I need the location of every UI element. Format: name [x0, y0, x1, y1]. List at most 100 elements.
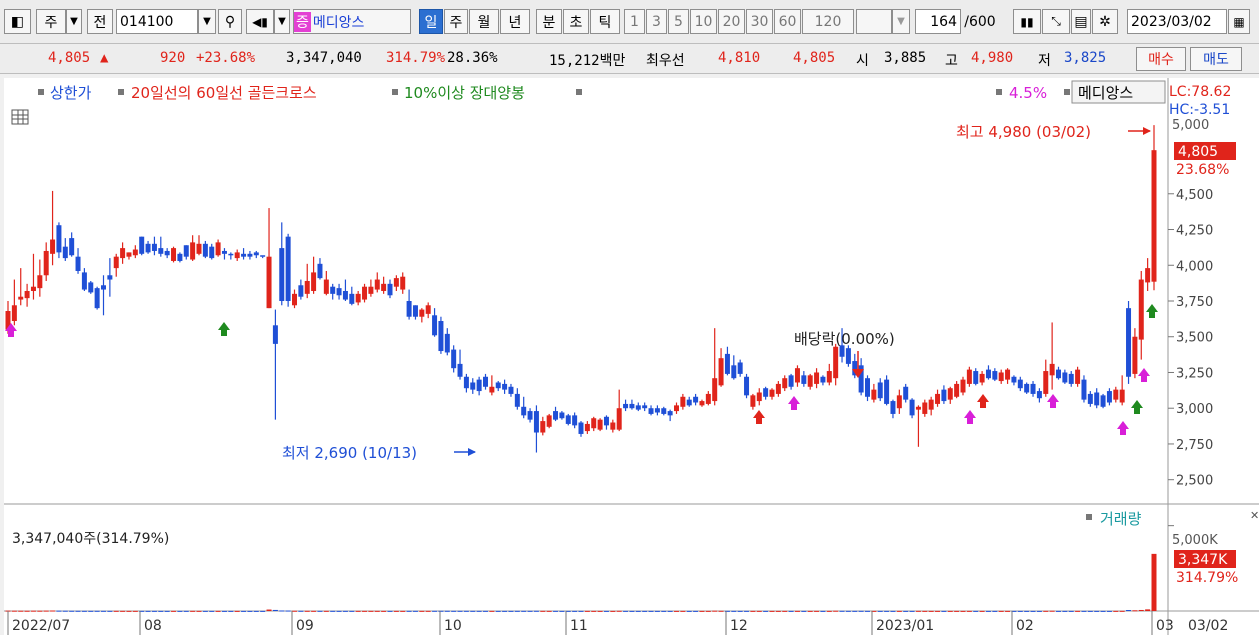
volume-bar	[553, 610, 559, 612]
period-dropdown-icon[interactable]: ▼	[66, 9, 82, 34]
volume-bar	[101, 610, 106, 612]
count-input[interactable]: 164	[915, 9, 961, 34]
all-button[interactable]: 전	[87, 9, 113, 34]
open-label: 시	[856, 53, 869, 69]
candle-body	[533, 411, 539, 433]
volume-bar	[62, 610, 68, 612]
price-tick-label: 2,500	[1176, 474, 1213, 489]
volume-bar	[623, 610, 629, 612]
search-icon[interactable]: ⚲	[218, 9, 242, 34]
candle-body	[1024, 383, 1030, 393]
volume-bar	[247, 610, 253, 612]
volume-bar	[1030, 610, 1036, 612]
tab-week[interactable]: 주	[444, 9, 468, 34]
candle-body	[826, 371, 832, 383]
volume-bar	[381, 610, 387, 612]
change-arrow-icon: ▲	[100, 50, 109, 66]
price-tag-value: 4,805	[1178, 144, 1218, 160]
date-input[interactable]: 2023/03/02	[1127, 9, 1227, 34]
candle-body	[724, 353, 730, 374]
candle-body	[374, 279, 380, 290]
calendar-icon[interactable]: ▦	[1228, 9, 1250, 34]
candle-body	[801, 375, 807, 384]
candle-body	[845, 348, 851, 364]
volume-bar	[202, 610, 208, 612]
interval-10[interactable]: 10	[690, 9, 717, 34]
candle-body	[202, 243, 208, 257]
volume-bar	[1087, 610, 1093, 612]
high-label: 고	[945, 53, 958, 69]
best-bid: 4,805	[793, 50, 836, 66]
tab-minute[interactable]: 분	[536, 9, 562, 34]
period-select-value: 주	[44, 14, 58, 31]
volume-bar	[215, 610, 221, 612]
tab-year[interactable]: 년	[500, 9, 530, 34]
stock-chart[interactable]: 4,500 4,250 4,000 3,750 3,500 3,250 3,000 2,750…	[4, 78, 1259, 635]
candle-body	[992, 371, 998, 380]
speaker-dropdown-icon[interactable]: ▼	[274, 9, 290, 34]
volume-bar	[18, 610, 24, 612]
candle-body	[171, 248, 177, 261]
volume-bar	[699, 610, 705, 612]
interval-5[interactable]: 5	[668, 9, 689, 34]
volume-bar	[877, 610, 883, 612]
candle-body	[126, 252, 132, 257]
volume-bar	[1119, 610, 1125, 612]
legend-ratio: 4.5%	[1009, 84, 1047, 102]
candle-type-icon[interactable]: ▮▮	[1013, 9, 1041, 34]
candle-body	[591, 418, 597, 429]
period-select[interactable]: 주	[36, 9, 66, 34]
volume-bar	[642, 610, 648, 612]
volume-label: 거래량	[1100, 510, 1142, 528]
speaker-icon[interactable]: ◀▮	[246, 9, 274, 34]
candle-body	[311, 272, 317, 291]
stock-name-field[interactable]: 증 메디앙스	[293, 9, 411, 34]
volume-bar	[196, 610, 202, 612]
tab-day[interactable]: 일	[419, 9, 443, 34]
interval-1[interactable]: 1	[624, 9, 645, 34]
code-dropdown-icon[interactable]: ▼	[198, 9, 216, 34]
candle-body	[1005, 369, 1011, 380]
open-price: 3,885	[884, 50, 927, 66]
close-pane-icon[interactable]: ✕	[1250, 509, 1259, 522]
volume-bar	[705, 610, 711, 612]
save-icon[interactable]: ▤	[1071, 9, 1091, 34]
legend-square-icon	[392, 89, 398, 95]
interval-custom-field[interactable]	[856, 9, 892, 34]
volume-bar	[992, 610, 998, 612]
candle-body	[514, 393, 520, 407]
interval-60[interactable]: 60	[774, 9, 801, 34]
volume-bar	[1062, 610, 1068, 612]
interval-3[interactable]: 3	[646, 9, 667, 34]
volume-bar	[145, 610, 151, 612]
chart-tool-icon[interactable]: ⤡	[1042, 9, 1070, 34]
table-icon[interactable]	[11, 109, 29, 125]
volume-bar	[584, 610, 590, 612]
candle-body	[247, 253, 253, 257]
candle-body	[960, 379, 966, 393]
tab-second[interactable]: 초	[563, 9, 589, 34]
tab-tick[interactable]: 틱	[590, 9, 620, 34]
candle-body	[966, 369, 972, 384]
interval-dropdown-icon[interactable]: ▼	[892, 9, 910, 34]
tab-month[interactable]: 월	[469, 9, 499, 34]
candle-body	[890, 401, 896, 414]
interval-30[interactable]: 30	[746, 9, 773, 34]
buy-button[interactable]: 매수	[1136, 47, 1186, 71]
candle-body	[330, 286, 336, 294]
window-icon[interactable]: ◧	[4, 9, 31, 34]
candle-body	[546, 415, 552, 427]
candle-body	[228, 253, 234, 256]
interval-120[interactable]: 120	[802, 9, 854, 34]
volume-bar	[820, 610, 826, 612]
candle-body	[610, 422, 616, 430]
volume-bar	[489, 610, 495, 612]
volume-tag-value: 3,347K	[1178, 552, 1228, 568]
volume-bar	[667, 610, 673, 612]
sell-button[interactable]: 매도	[1190, 47, 1242, 71]
interval-20[interactable]: 20	[718, 9, 745, 34]
code-input[interactable]: 014100	[116, 9, 198, 34]
candle-body	[1068, 373, 1074, 384]
gear-icon[interactable]: ✲	[1092, 9, 1118, 34]
volume-bar	[610, 610, 616, 612]
